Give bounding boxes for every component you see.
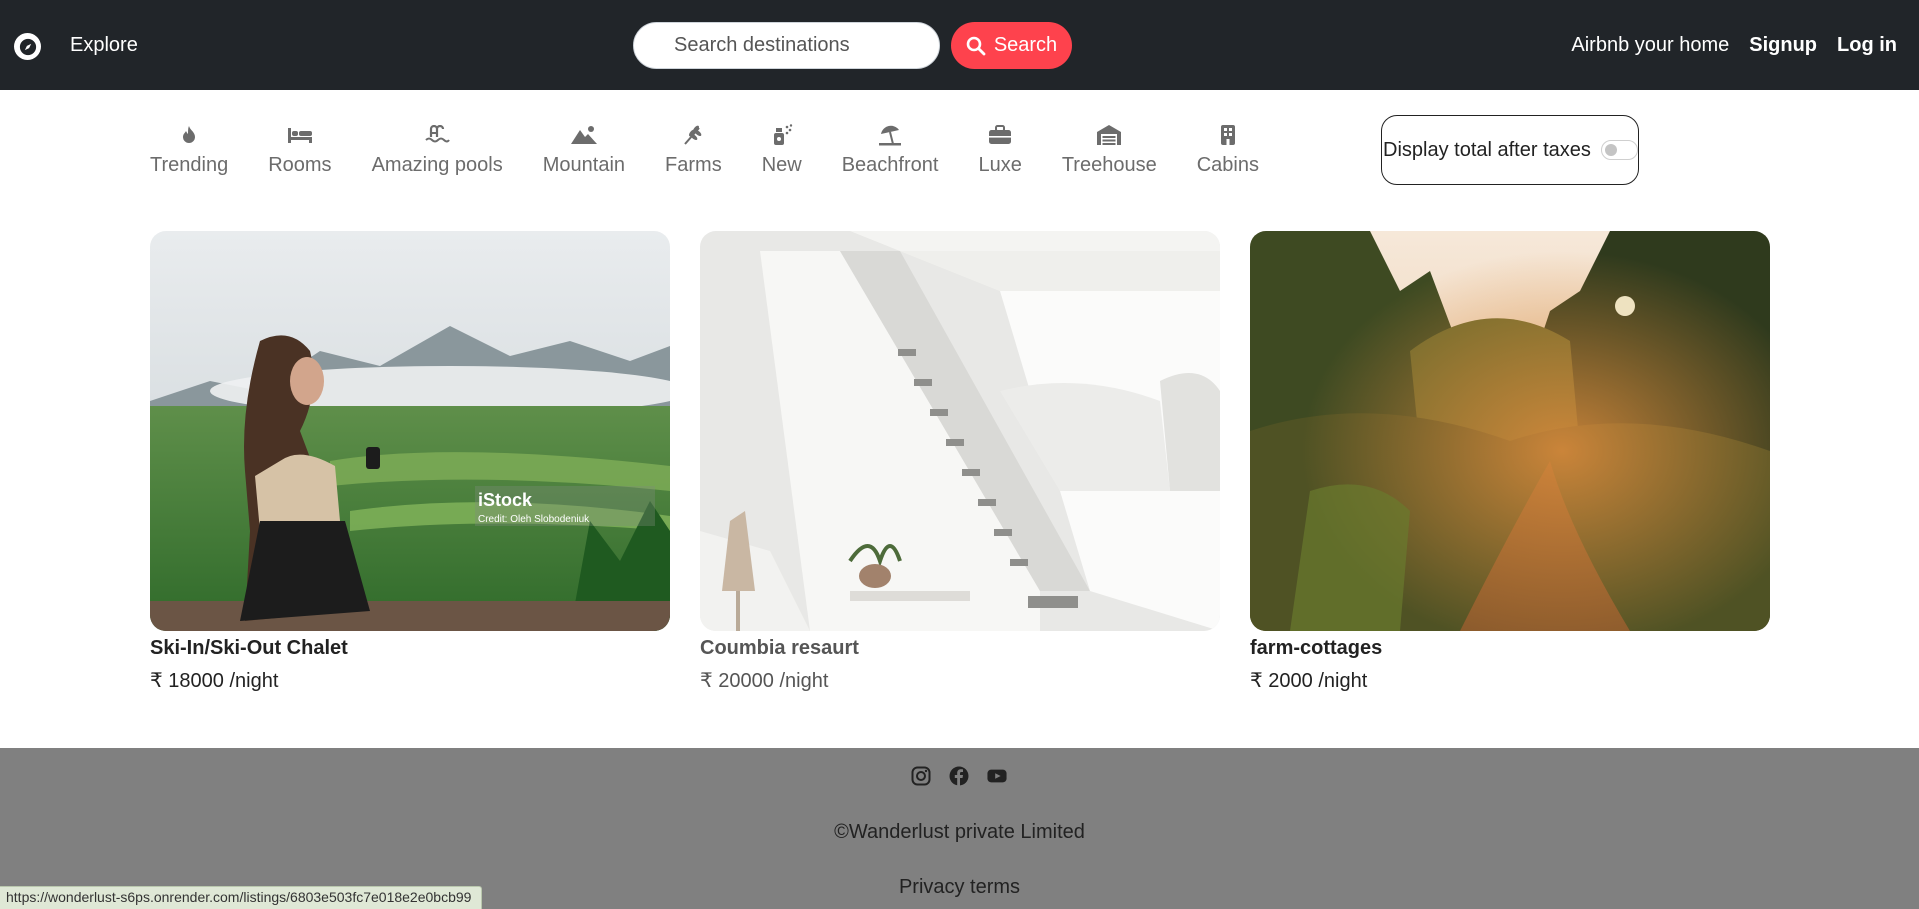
filter-farms[interactable]: Farms xyxy=(665,122,722,177)
filter-new[interactable]: New xyxy=(762,122,802,177)
listing-image: iStock Credit: Oleh Slobodeniuk xyxy=(150,231,670,631)
search-icon xyxy=(966,36,986,55)
bed-icon xyxy=(287,122,313,148)
youtube-icon[interactable] xyxy=(987,766,1007,786)
search-button[interactable]: Search xyxy=(951,22,1072,69)
filter-treehouse[interactable]: Treehouse xyxy=(1062,122,1157,177)
filter-amazing-pools[interactable]: Amazing pools xyxy=(372,122,503,177)
listing-image xyxy=(700,231,1220,631)
listing-price: ₹ 18000 /night xyxy=(150,670,279,692)
filter-label: New xyxy=(761,154,802,176)
listing-title: farm-cottages xyxy=(1250,637,1383,659)
filter-label: Beachfront xyxy=(841,154,939,176)
mountain-icon xyxy=(570,122,598,148)
watermark-credit: Credit: Oleh Slobodeniuk xyxy=(478,514,590,525)
filter-beachfront[interactable]: Beachfront xyxy=(841,122,939,177)
navbar: Explore Search Airbnb your home Signup L… xyxy=(0,0,1919,90)
listing-title: Ski-In/Ski-Out Chalet xyxy=(150,637,348,659)
listing-title: Coumbia resaurt xyxy=(700,637,859,659)
filter-label: Trending xyxy=(150,154,229,176)
filter-trending[interactable]: Trending xyxy=(150,122,228,177)
filter-bar: Trending Rooms Amazing pools Mountain Fa… xyxy=(150,122,1299,177)
facebook-icon[interactable] xyxy=(949,766,969,786)
filter-cabins[interactable]: Cabins xyxy=(1197,122,1259,177)
filter-label: Rooms xyxy=(268,154,332,176)
filter-label: Farms xyxy=(665,154,722,176)
pool-icon xyxy=(424,122,450,148)
listing-card[interactable]: Coumbia resaurt ₹ 20000 /night xyxy=(700,231,1220,693)
explore-link[interactable]: Explore xyxy=(70,34,138,57)
listing-image xyxy=(1250,231,1770,631)
switch-knob xyxy=(1604,144,1617,156)
status-bar-url: https://wonderlust-s6ps.onrender.com/lis… xyxy=(0,886,483,909)
filter-label: Luxe xyxy=(978,154,1022,176)
listing-price: ₹ 2000 /night xyxy=(1250,670,1368,692)
login-link[interactable]: Log in xyxy=(1837,34,1897,57)
umbrella-beach-icon xyxy=(877,122,903,148)
watermark-text: iStock xyxy=(478,490,533,510)
tax-toggle-switch[interactable] xyxy=(1600,140,1638,160)
filter-label: Amazing pools xyxy=(371,154,503,176)
listing-card[interactable]: farm-cottages ₹ 2000 /night xyxy=(1250,231,1770,693)
listing-price: ₹ 20000 /night xyxy=(700,670,829,692)
warehouse-icon xyxy=(1096,122,1122,148)
search-input[interactable] xyxy=(633,22,940,69)
listing-card[interactable]: iStock Credit: Oleh Slobodeniuk Ski-In/S… xyxy=(150,231,670,693)
filter-label: Mountain xyxy=(542,154,626,176)
tax-toggle-label: Display total after taxes xyxy=(1383,138,1591,161)
search-button-label: Search xyxy=(993,34,1058,56)
filter-rooms[interactable]: Rooms xyxy=(268,122,332,177)
filter-label: Treehouse xyxy=(1061,154,1157,176)
wheat-icon xyxy=(682,122,704,148)
filter-mountain[interactable]: Mountain xyxy=(543,122,625,177)
compass-icon[interactable] xyxy=(14,33,41,60)
spray-icon xyxy=(771,122,793,148)
instagram-icon[interactable] xyxy=(911,766,931,786)
fire-icon xyxy=(180,122,198,148)
filter-label: Cabins xyxy=(1196,154,1259,176)
nav-right-links: Airbnb your home Signup Log in xyxy=(1571,34,1897,57)
signup-link[interactable]: Signup xyxy=(1749,34,1817,57)
social-links xyxy=(911,766,1007,786)
copyright-text: ©Wanderlust private Limited xyxy=(834,821,1085,843)
airbnb-your-home-link[interactable]: Airbnb your home xyxy=(1571,34,1729,57)
building-icon xyxy=(1219,122,1237,148)
filter-luxe[interactable]: Luxe xyxy=(978,122,1022,177)
tax-toggle-box: Display total after taxes xyxy=(1381,115,1639,185)
briefcase-icon xyxy=(988,122,1012,148)
